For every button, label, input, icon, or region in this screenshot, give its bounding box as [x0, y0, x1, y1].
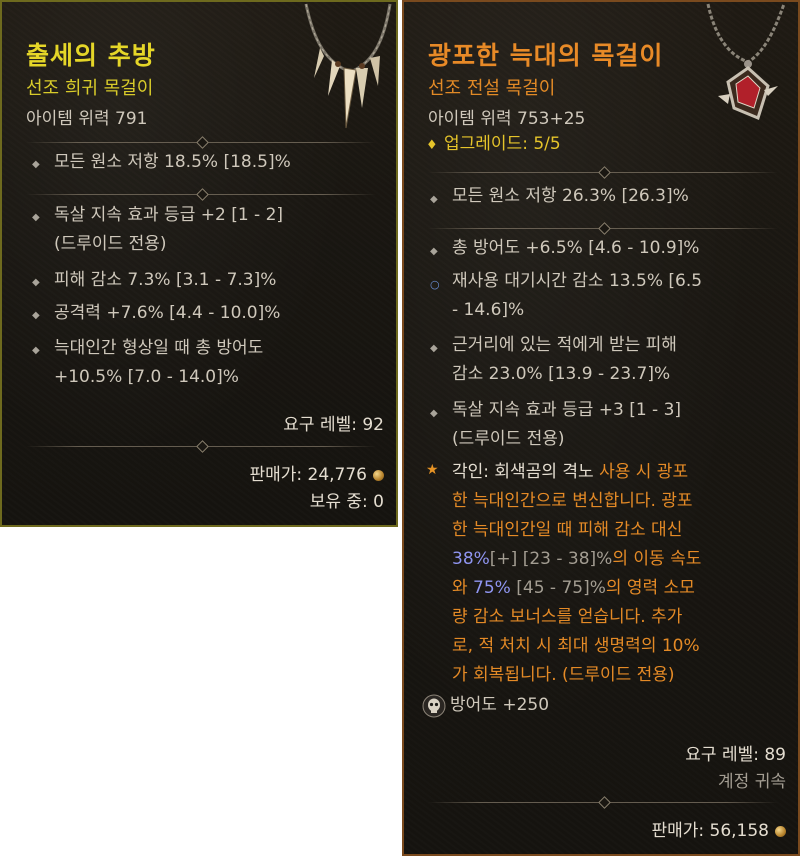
base-stat: 모든 원소 저항 18.5% [18.5]% — [54, 152, 291, 172]
affix-line: 감소 23.0% [13.9 - 23.7]% — [452, 364, 671, 384]
affix-line: 근거리에 있는 적에게 받는 피해 — [452, 335, 677, 355]
diamond-bullet-icon: ◆ — [430, 246, 438, 257]
affix-line: (드루이드 전용) — [452, 429, 565, 449]
aspect-line: 38%[+] [23 - 38]%의 이동 속도 — [452, 549, 702, 569]
gold-coin-icon — [373, 469, 384, 481]
aspect-line: 가 회복됩니다. (드루이드 전용) — [452, 665, 675, 685]
affix-line: - 14.6]% — [452, 300, 525, 320]
divider — [26, 440, 376, 453]
affix-line: 피해 감소 7.3% [3.1 - 7.3]% — [54, 270, 277, 290]
socket-stat: 방어도 +250 — [450, 695, 550, 715]
base-stat: 모든 원소 저항 26.3% [26.3]% — [452, 186, 689, 206]
aspect-line: 로, 적 처치 시 최대 생명력의 10% — [452, 636, 700, 656]
required-level: 요구 레벨: 92 — [283, 415, 384, 435]
item-power: 아이템 위력 791 — [26, 109, 148, 129]
aspect-line: 와 75% [45 - 75]%의 영력 소모 — [452, 578, 695, 598]
divider — [26, 136, 376, 149]
sell-value: 판매가: 24,776 — [249, 460, 384, 485]
affix-line: 독살 지속 효과 등급 +2 [1 - 2] — [54, 205, 284, 225]
aspect-line: 한 늑대인간일 때 피해 감소 대신 — [452, 520, 683, 540]
diamond-bullet-icon: ♦ — [426, 138, 438, 153]
item-tooltip-left: 출세의 추방 선조 희귀 목걸이 아이템 위력 791 ◆ 모든 원소 저항 1… — [0, 0, 398, 527]
item-power: 아이템 위력 753+25 — [428, 109, 586, 129]
affix-line: (드루이드 전용) — [54, 234, 167, 254]
affix-line: 늑대인간 형상일 때 총 방어도 — [54, 338, 264, 358]
affix-line: 재사용 대기시간 감소 13.5% [6.5 — [452, 271, 703, 291]
affix-line: 총 방어도 +6.5% [4.6 - 10.9]% — [452, 238, 700, 258]
item-name: 광포한 늑대의 목걸이 — [428, 41, 664, 70]
affix-line: 공격력 +7.6% [4.4 - 10.0]% — [54, 303, 281, 323]
gold-coin-icon — [775, 825, 786, 837]
diamond-bullet-icon: ◆ — [430, 194, 438, 205]
item-tooltip-right: 광포한 늑대의 목걸이 선조 전설 목걸이 아이템 위력 753+25 ♦ 업그… — [402, 0, 800, 856]
aspect-line: 각인: 회색곰의 격노 사용 시 광포 — [452, 462, 689, 482]
item-rarity-type: 선조 전설 목걸이 — [428, 78, 556, 99]
account-bound: 계정 귀속 — [718, 772, 786, 792]
star-bullet-icon: ★ — [426, 462, 439, 478]
item-name: 출세의 추방 — [26, 41, 156, 70]
diamond-bullet-icon: ◆ — [430, 408, 438, 419]
tooth-necklace-icon — [304, 3, 392, 129]
divider — [428, 166, 778, 179]
divider — [428, 222, 778, 235]
diamond-bullet-icon: ◆ — [32, 212, 40, 223]
diamond-bullet-icon: ◆ — [32, 345, 40, 356]
upgrade-status: 업그레이드: 5/5 — [444, 134, 561, 154]
diamond-bullet-icon: ◆ — [32, 159, 40, 170]
diamond-bullet-icon: ◆ — [32, 277, 40, 288]
diamond-bullet-icon: ◆ — [430, 343, 438, 354]
required-level: 요구 레벨: 89 — [685, 745, 786, 765]
affix-line: 독살 지속 효과 등급 +3 [1 - 3] — [452, 400, 682, 420]
owned-count: 보유 중: 0 — [309, 492, 384, 512]
pendant-necklace-icon — [706, 3, 786, 121]
divider — [428, 796, 778, 809]
diamond-bullet-icon: ◆ — [32, 310, 40, 321]
divider — [26, 188, 376, 201]
affix-line: +10.5% [7.0 - 14.0]% — [54, 367, 239, 387]
aspect-line: 한 늑대인간으로 변신합니다. 광포 — [452, 491, 693, 511]
item-rarity-type: 선조 희귀 목걸이 — [26, 78, 154, 99]
aspect-line: 량 감소 보너스를 얻습니다. 추가 — [452, 607, 683, 627]
sell-value: 판매가: 56,158 — [651, 816, 786, 841]
skull-gem-icon — [422, 694, 446, 718]
circle-bullet-icon: ○ — [430, 278, 440, 291]
